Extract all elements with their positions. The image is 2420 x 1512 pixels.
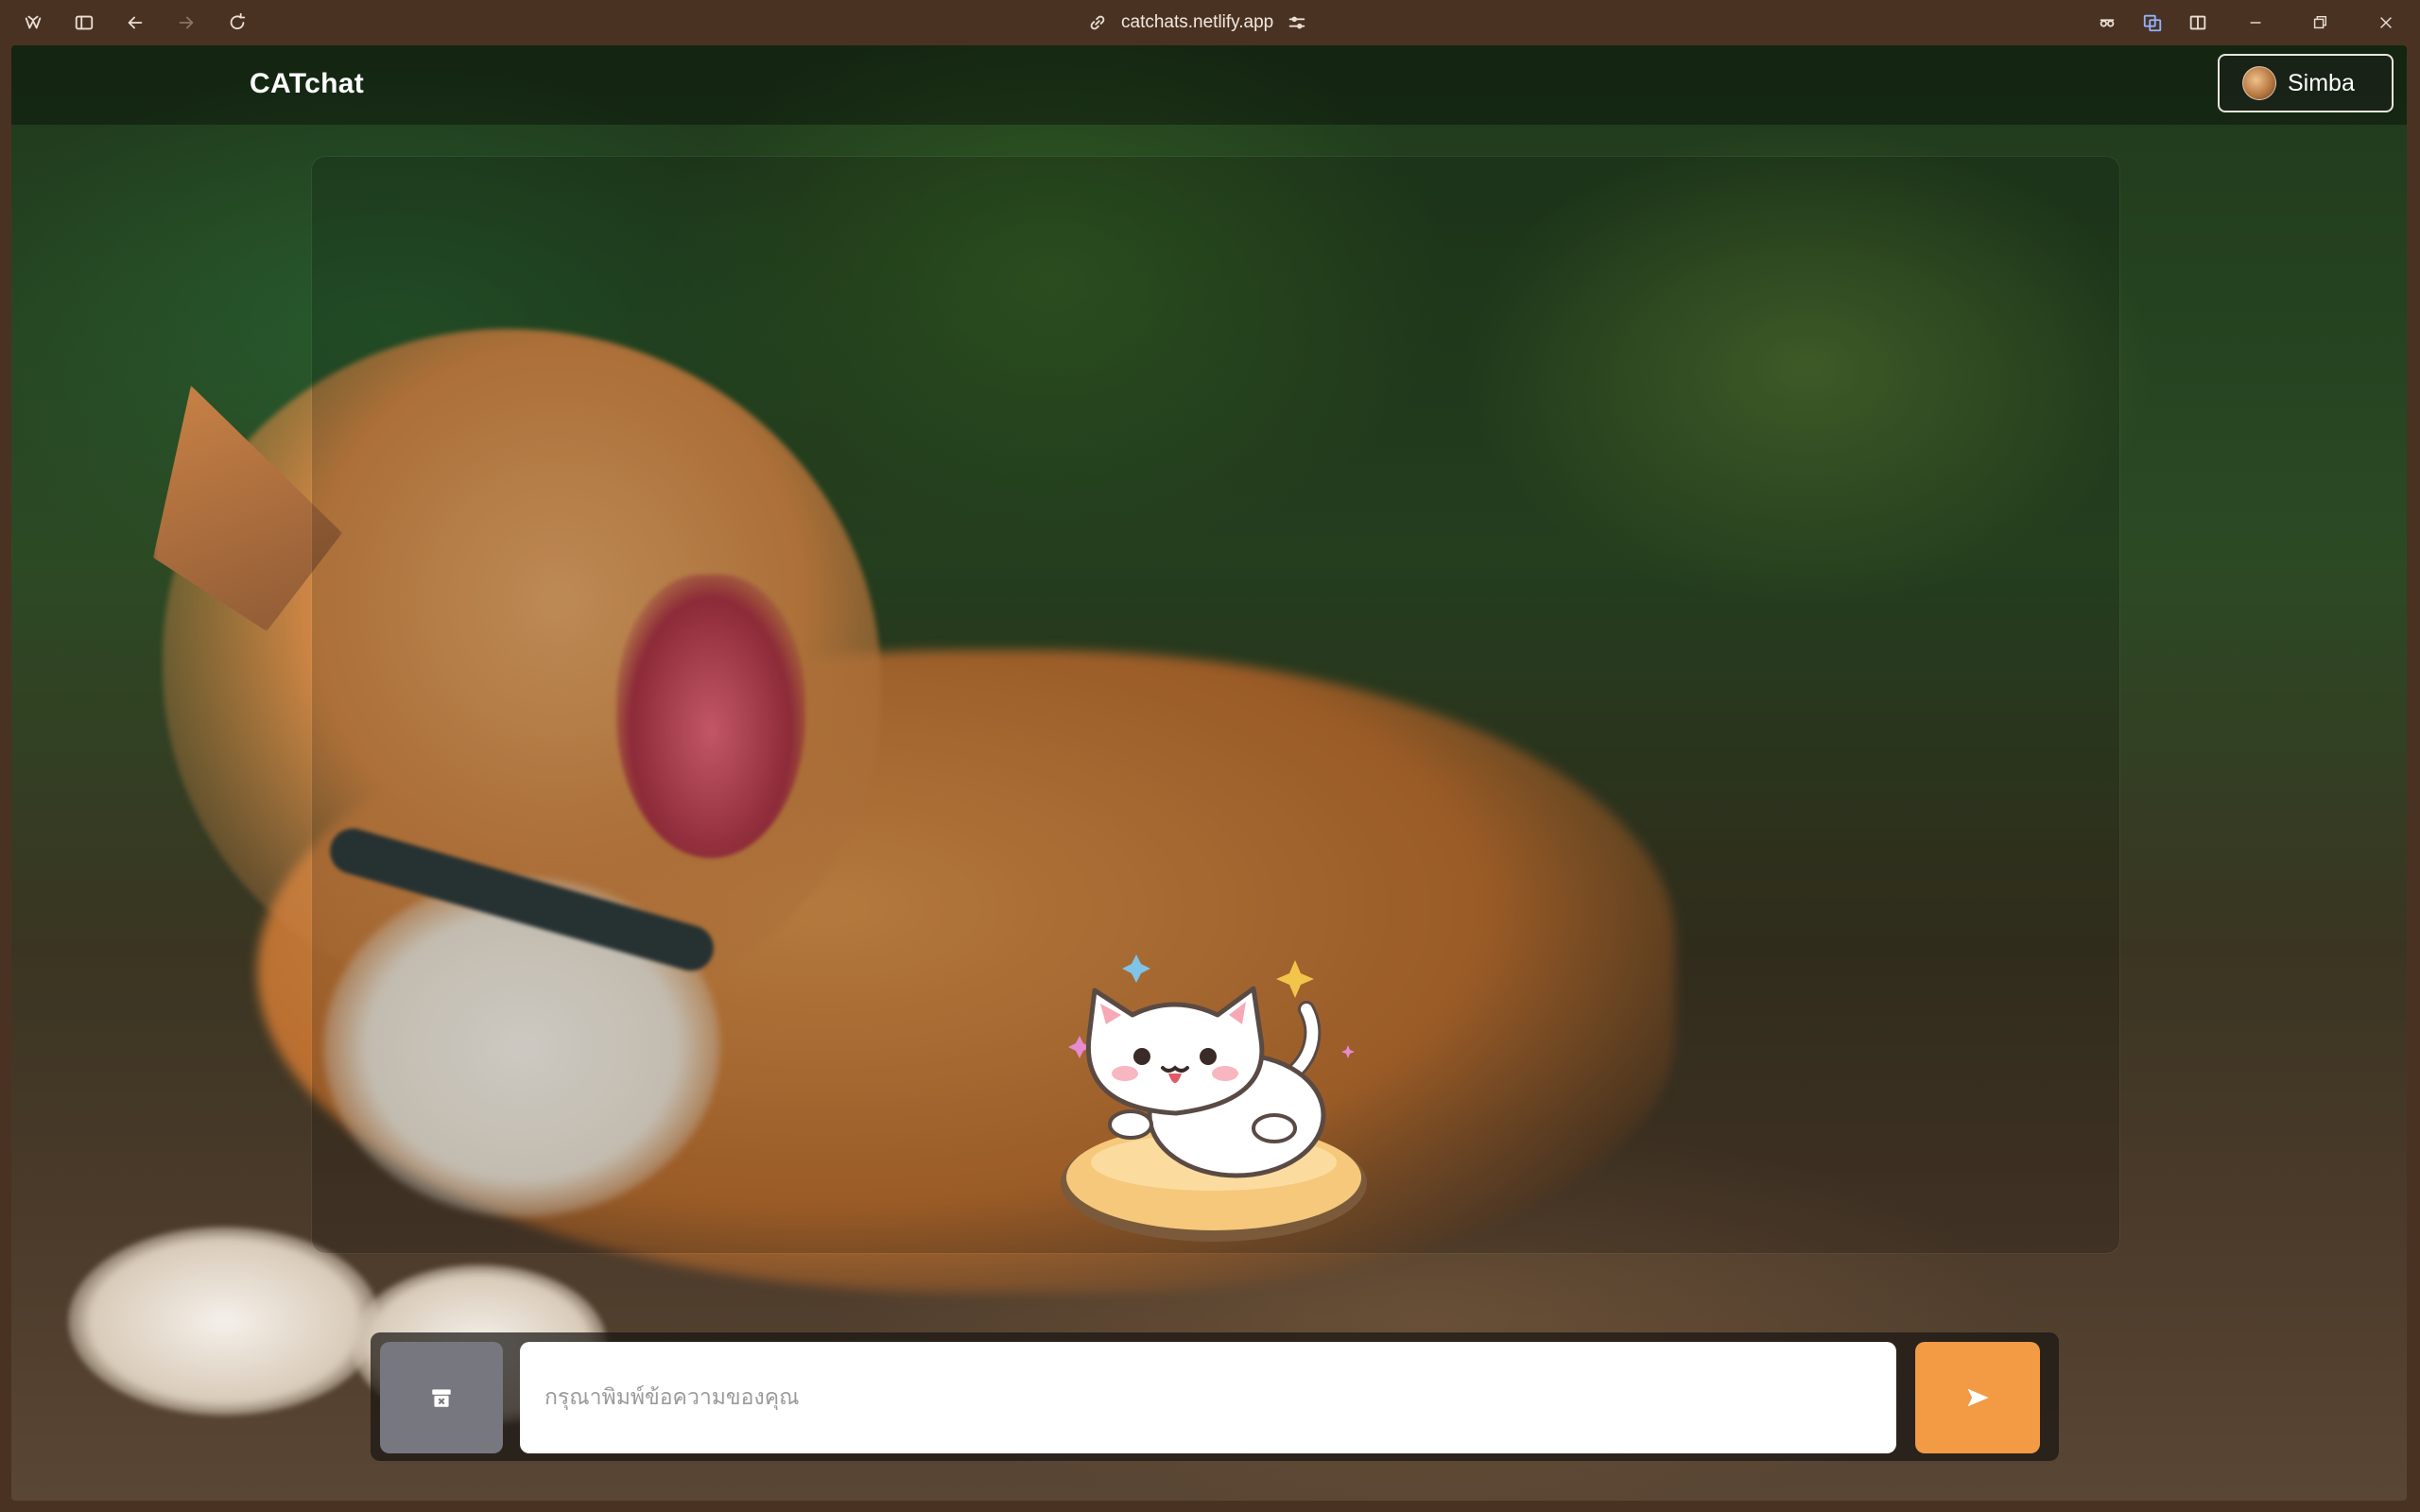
restore-icon[interactable] [2301, 8, 2339, 38]
split-view-icon[interactable] [2184, 9, 2212, 37]
page-viewport: CATchat Simba [11, 45, 2407, 1501]
site-settings-icon[interactable] [1287, 12, 1307, 33]
reload-icon[interactable] [223, 9, 251, 37]
app-header: CATchat Simba [11, 45, 2407, 125]
translate-icon[interactable] [2138, 9, 2167, 37]
back-arrow-icon[interactable] [121, 9, 149, 37]
send-button[interactable] [1915, 1342, 2040, 1453]
user-profile-button[interactable]: Simba [2218, 54, 2394, 112]
address-bar[interactable]: catchats.netlify.app [1087, 8, 1342, 38]
clear-chat-button[interactable] [380, 1342, 503, 1453]
user-name: Simba [2288, 69, 2355, 96]
message-input[interactable] [520, 1342, 1896, 1453]
forward-arrow-icon[interactable] [172, 9, 200, 37]
cat-mascot-image [1061, 954, 1367, 1242]
brand-logo[interactable]: CATchat [250, 68, 364, 100]
browser-titlebar: catchats.netlify.app [0, 0, 2420, 45]
send-icon [1967, 1388, 1989, 1407]
url-text[interactable]: catchats.netlify.app [1121, 12, 1273, 33]
close-icon[interactable] [2367, 8, 2405, 38]
minimize-icon[interactable] [2237, 8, 2274, 38]
app-logo-icon[interactable] [19, 9, 47, 37]
avatar [2242, 66, 2276, 100]
link-icon [1090, 15, 1105, 30]
archive-icon [432, 1389, 451, 1407]
sidebar-toggle-icon[interactable] [70, 9, 98, 37]
extension-icon[interactable] [2093, 9, 2121, 37]
